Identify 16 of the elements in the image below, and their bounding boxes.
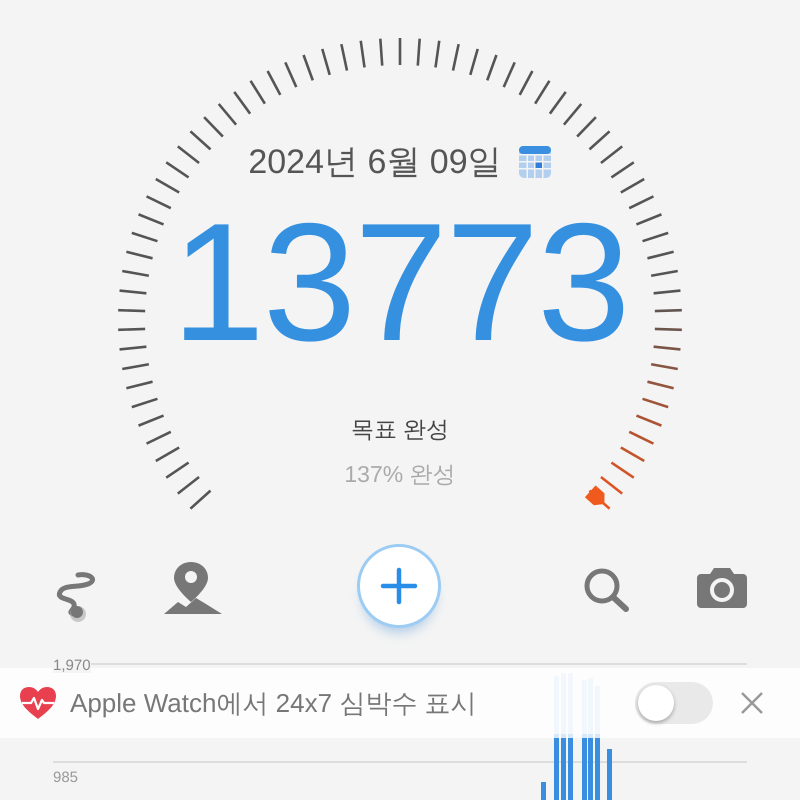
heart-icon xyxy=(19,686,57,720)
axis-label: 1,970 xyxy=(53,658,91,673)
close-icon[interactable] xyxy=(740,691,764,715)
progress-marker xyxy=(584,485,605,506)
map-pin-icon[interactable] xyxy=(164,560,222,616)
banner-text: Apple Watch에서 24x7 심박수 표시 xyxy=(70,690,476,716)
camera-icon[interactable] xyxy=(697,566,747,608)
step-count: 13773 xyxy=(171,198,629,366)
goal-status: 목표 완성 xyxy=(350,418,450,441)
date-label: 2024년 6월 09일 xyxy=(248,145,502,179)
plus-icon xyxy=(380,567,418,605)
percent-complete: 137% 완성 xyxy=(344,463,456,486)
calendar-icon[interactable] xyxy=(518,145,552,179)
axis-label: 985 xyxy=(53,770,78,785)
search-icon[interactable] xyxy=(583,567,631,613)
toggle-switch[interactable] xyxy=(635,682,713,724)
